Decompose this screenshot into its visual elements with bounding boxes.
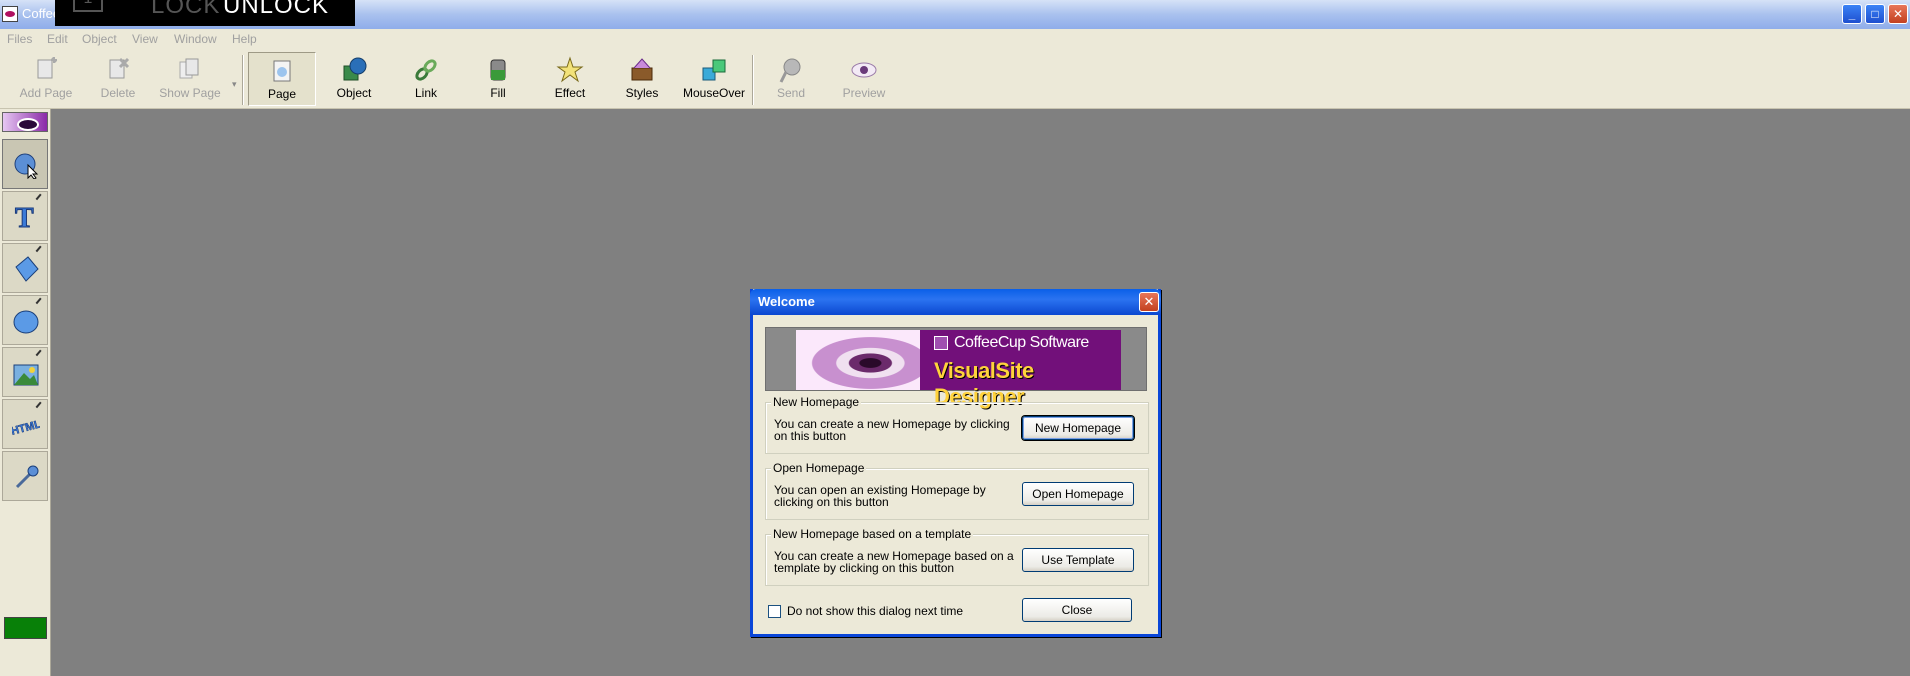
image-tool-icon (12, 359, 40, 387)
current-color-swatch[interactable] (4, 617, 47, 639)
text-tool-icon: T (12, 203, 40, 235)
show-page-dropdown-icon[interactable]: ▾ (232, 79, 237, 90)
html-tool[interactable]: HTML (2, 399, 48, 449)
effect-icon (556, 56, 584, 84)
rectangle-tool[interactable] (2, 243, 48, 293)
html-tool-icon: HTML (10, 411, 43, 439)
use-template-button[interactable]: Use Template (1022, 548, 1134, 572)
fill-icon (484, 56, 512, 84)
group-description: You can create a new Homepage by clickin… (774, 417, 1010, 443)
open-homepage-group: Open Homepage You can open an existing H… (765, 461, 1149, 520)
dialog-title: Welcome (758, 294, 815, 309)
page-icon (268, 57, 296, 85)
menu-help[interactable]: Help (232, 29, 257, 49)
title-bar: Coffee 1 LOCK UNLOCK _ □ ✕ (0, 0, 1910, 29)
eyedropper-tool-icon (12, 463, 40, 491)
delete-icon (104, 56, 132, 84)
new-homepage-group: New Homepage You can create a new Homepa… (765, 395, 1149, 454)
send-icon (777, 56, 805, 84)
product-banner: CoffeeCup Software VisualSite Designer (765, 327, 1147, 409)
pencil-icon (35, 401, 46, 412)
styles-icon (628, 56, 656, 84)
dont-show-checkbox[interactable] (768, 605, 781, 618)
select-tool-icon (12, 151, 40, 180)
fill-button[interactable]: Fill (466, 52, 530, 106)
text-tool[interactable]: T (2, 191, 48, 241)
link-icon (412, 56, 440, 84)
page-button[interactable]: Page (248, 52, 316, 106)
menu-view[interactable]: View (132, 29, 158, 49)
menu-window[interactable]: Window (174, 29, 217, 49)
image-tool[interactable] (2, 347, 48, 397)
mouseover-icon (700, 56, 728, 84)
link-button[interactable]: Link (394, 52, 458, 106)
close-button[interactable]: ✕ (1888, 4, 1908, 24)
pencil-icon (35, 193, 46, 204)
minimize-button[interactable]: _ (1842, 4, 1862, 24)
group-description: You can open an existing Homepage by cli… (774, 483, 986, 509)
lock-overlay: 1 LOCK UNLOCK (55, 0, 355, 26)
svg-text:HTML: HTML (12, 418, 40, 438)
pencil-icon (35, 349, 46, 360)
send-button[interactable]: Send (760, 52, 822, 106)
lock-glyph-icon: 1 (73, 0, 103, 12)
group-legend: New Homepage (771, 395, 862, 409)
effect-button[interactable]: Effect (538, 52, 602, 106)
unlock-label[interactable]: UNLOCK (223, 0, 329, 20)
menu-edit[interactable]: Edit (47, 29, 68, 49)
window-controls: _ □ ✕ (1842, 4, 1908, 24)
group-description: You can create a new Homepage based on a… (774, 549, 1014, 575)
rectangle-tool-icon (12, 255, 40, 283)
pencil-icon (35, 245, 46, 256)
toolbar-separator (752, 55, 754, 105)
mouseover-button[interactable]: MouseOver (678, 52, 750, 106)
object-icon (340, 56, 368, 84)
toolbar-separator (242, 55, 244, 105)
open-homepage-button[interactable]: Open Homepage (1022, 482, 1134, 506)
select-tool[interactable] (2, 139, 48, 189)
maximize-button[interactable]: □ (1865, 4, 1885, 24)
ellipse-tool-icon (12, 307, 40, 335)
ellipse-tool[interactable] (2, 295, 48, 345)
coffeecup-logo-icon (934, 336, 948, 350)
dialog-title-bar: Welcome ✕ (750, 289, 1161, 315)
group-legend: Open Homepage (771, 461, 867, 475)
eyedropper-tool[interactable] (2, 451, 48, 501)
show-page-button[interactable]: Show Page (152, 52, 228, 106)
app-icon[interactable] (2, 6, 18, 22)
styles-button[interactable]: Styles (610, 52, 674, 106)
toolbar: Add Page Delete Show Page ▾ Page Object … (0, 49, 1910, 109)
group-legend: New Homepage based on a template (771, 527, 974, 541)
preview-button[interactable]: Preview (832, 52, 896, 106)
dont-show-label[interactable]: Do not show this dialog next time (787, 604, 963, 618)
lock-label[interactable]: LOCK (151, 0, 220, 20)
welcome-dialog: Welcome ✕ CoffeeCup Software VisualSite … (750, 289, 1161, 637)
banner-text-panel: CoffeeCup Software VisualSite Designer (920, 330, 1121, 409)
object-button[interactable]: Object (322, 52, 386, 106)
svg-text:T: T (15, 203, 34, 231)
menu-bar: Files Edit Object View Window Help (0, 29, 1910, 49)
new-homepage-button[interactable]: New Homepage (1022, 416, 1134, 440)
dialog-close-button[interactable]: ✕ (1139, 292, 1159, 312)
tool-palette: T HTML (0, 109, 51, 676)
menu-object[interactable]: Object (82, 29, 117, 49)
menu-files[interactable]: Files (7, 29, 32, 49)
banner-eye-image (796, 330, 920, 390)
delete-page-button[interactable]: Delete (90, 52, 146, 106)
add-page-icon (32, 56, 60, 84)
preview-icon (850, 56, 878, 84)
show-page-icon (176, 56, 204, 84)
add-page-button[interactable]: Add Page (10, 52, 82, 106)
palette-logo (2, 112, 48, 132)
pencil-icon (35, 297, 46, 308)
template-group: New Homepage based on a template You can… (765, 527, 1149, 586)
banner-company: CoffeeCup Software (954, 334, 1089, 351)
close-dialog-button[interactable]: Close (1022, 598, 1132, 622)
